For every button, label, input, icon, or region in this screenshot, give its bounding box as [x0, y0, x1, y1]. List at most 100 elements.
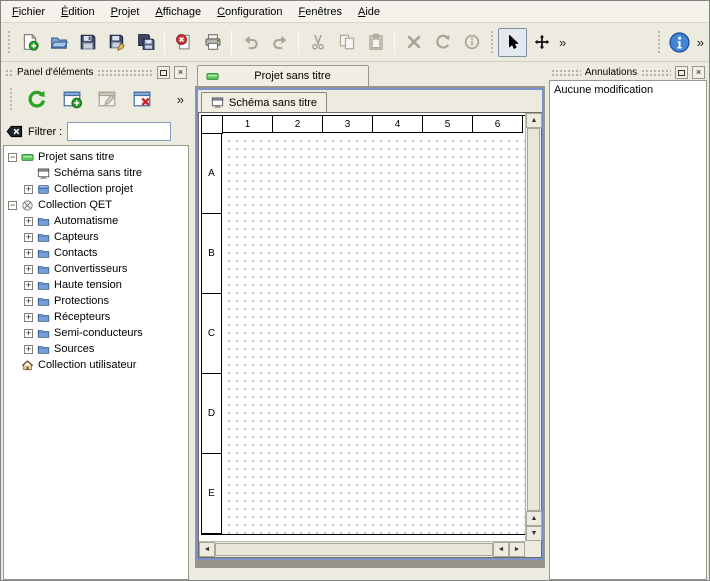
expander-plus-icon[interactable]: +: [24, 297, 33, 306]
folder-icon: [37, 263, 50, 276]
elements-dock-titlebar[interactable]: Panel d'éléments ×: [3, 65, 189, 80]
toolbar-handle-3[interactable]: [656, 29, 662, 55]
dock-grip[interactable]: [551, 69, 581, 77]
save-all-button[interactable]: [131, 28, 160, 57]
toolbar-separator: [164, 30, 165, 55]
elements-tree: −Projet sans titreSchéma sans titre+Coll…: [3, 145, 189, 580]
scroll-down-button[interactable]: ▼: [526, 526, 542, 541]
expander-minus-icon[interactable]: −: [8, 201, 17, 210]
expander-plus-icon[interactable]: +: [24, 313, 33, 322]
undo-dock-titlebar[interactable]: Annulations ×: [549, 65, 707, 80]
dock-grip[interactable]: [5, 69, 13, 77]
expander-plus-icon[interactable]: +: [24, 265, 33, 274]
expander-plus-icon[interactable]: +: [24, 345, 33, 354]
undo-icon: [242, 33, 260, 51]
dock-grip[interactable]: [641, 69, 671, 77]
undo-history-list[interactable]: Aucune modification: [549, 80, 707, 580]
vertical-scrollbar[interactable]: ▲ ▲ ▼: [525, 113, 541, 541]
scroll-right-button[interactable]: ►: [509, 542, 525, 557]
delete-icon: [405, 33, 423, 51]
filter-input[interactable]: [67, 122, 171, 141]
menu-item-1[interactable]: Fichier: [4, 3, 53, 21]
horizontal-scroll-thumb[interactable]: [215, 543, 493, 556]
menu-item-5[interactable]: Configuration: [209, 3, 290, 21]
float-dock-button[interactable]: [157, 66, 170, 79]
close-dock-button[interactable]: ×: [174, 66, 187, 79]
tree-item-1[interactable]: −Projet sans titre: [4, 149, 188, 165]
main-area: Panel d'éléments × » Filtrer : −Projet s…: [1, 62, 709, 580]
open-icon: [50, 33, 68, 51]
select-arrow-icon: [505, 34, 521, 50]
row-headers: ABCDE: [202, 134, 222, 534]
save-button[interactable]: [73, 28, 102, 57]
project-icon: [21, 151, 34, 164]
menu-item-3[interactable]: Projet: [103, 3, 148, 21]
expander-plus-icon[interactable]: +: [24, 281, 33, 290]
tree-item-8[interactable]: +Convertisseurs: [4, 261, 188, 277]
diagram-grid[interactable]: [222, 134, 525, 534]
undo-dock: Annulations × Aucune modification: [547, 65, 709, 580]
toolbar-separator: [298, 30, 299, 55]
tree-item-13[interactable]: +Sources: [4, 341, 188, 357]
expander-minus-icon[interactable]: −: [8, 153, 17, 162]
close-file-button[interactable]: [169, 28, 198, 57]
toolbar-handle[interactable]: [6, 29, 12, 55]
save-as-button[interactable]: [102, 28, 131, 57]
tree-item-12[interactable]: + Semi-conducteurs: [4, 325, 188, 341]
tree-item-10[interactable]: +Protections: [4, 293, 188, 309]
new-file-button[interactable]: [15, 28, 44, 57]
vertical-scroll-thumb[interactable]: [527, 128, 540, 511]
float-dock-button[interactable]: [675, 66, 688, 79]
tree-item-4[interactable]: −Collection QET: [4, 197, 188, 213]
tree-item-5[interactable]: +Automatisme: [4, 213, 188, 229]
scroll-up-button-secondary[interactable]: ▲: [526, 511, 542, 526]
tree-item-6[interactable]: +Capteurs: [4, 229, 188, 245]
toolbar-handle-2[interactable]: [489, 29, 495, 55]
menu-item-4[interactable]: Affichage: [147, 3, 209, 21]
toolbar-overflow-button[interactable]: »: [556, 35, 569, 50]
reload-collections-button[interactable]: [22, 84, 52, 114]
pan-mode-button[interactable]: [527, 28, 556, 57]
scroll-up-button[interactable]: ▲: [526, 113, 542, 128]
folder-icon: [37, 231, 50, 244]
expander-plus-icon[interactable]: +: [24, 233, 33, 242]
main-toolbar: »»: [1, 23, 709, 62]
tree-item-9[interactable]: +Haute tension: [4, 277, 188, 293]
close-dock-button[interactable]: ×: [692, 66, 705, 79]
vertical-scroll-track[interactable]: [526, 128, 541, 511]
tree-item-3[interactable]: +Collection projet: [4, 181, 188, 197]
expander-plus-icon[interactable]: +: [24, 185, 33, 194]
menu-item-2[interactable]: Édition: [53, 3, 103, 21]
diagram-canvas[interactable]: 123456 ABCDE: [199, 113, 525, 541]
project-tab-label: Projet sans titre: [225, 70, 360, 82]
dock-grip[interactable]: [97, 69, 153, 77]
expander-plus-icon[interactable]: +: [24, 329, 33, 338]
select-mode-button[interactable]: [498, 28, 527, 57]
tree-item-7[interactable]: +Contacts: [4, 245, 188, 261]
info-toolbar-overflow-button[interactable]: »: [694, 35, 707, 50]
project-tab[interactable]: Projet sans titre: [197, 65, 369, 86]
delete-element-button[interactable]: [127, 84, 157, 114]
tree-item-2[interactable]: Schéma sans titre: [4, 165, 188, 181]
menu-item-7[interactable]: Aide: [350, 3, 388, 21]
print-button[interactable]: [198, 28, 227, 57]
elements-toolbar-handle[interactable]: [8, 86, 14, 112]
horizontal-scroll-track[interactable]: [215, 542, 493, 557]
scroll-left-button[interactable]: ◄: [199, 542, 215, 557]
tree-item-11[interactable]: +Récepteurs: [4, 309, 188, 325]
elements-toolbar-overflow-button[interactable]: »: [174, 92, 187, 107]
expander-plus-icon[interactable]: +: [24, 249, 33, 258]
tree-item-14[interactable]: Collection utilisateur: [4, 357, 188, 373]
diagram-tab[interactable]: Schéma sans titre: [201, 92, 327, 112]
redo-button: [265, 28, 294, 57]
clear-filter-button[interactable]: [6, 123, 23, 140]
menu-item-6[interactable]: Fenêtres: [291, 3, 350, 21]
tree-item-label: Semi-conducteurs: [54, 327, 143, 339]
horizontal-scrollbar[interactable]: ◄ ◄ ►: [199, 541, 525, 557]
about-button[interactable]: [665, 28, 694, 57]
open-project-button[interactable]: [44, 28, 73, 57]
scroll-left-button-secondary[interactable]: ◄: [493, 542, 509, 557]
new-element-button[interactable]: [57, 84, 87, 114]
expander-plus-icon[interactable]: +: [24, 217, 33, 226]
row-header: E: [202, 454, 222, 534]
